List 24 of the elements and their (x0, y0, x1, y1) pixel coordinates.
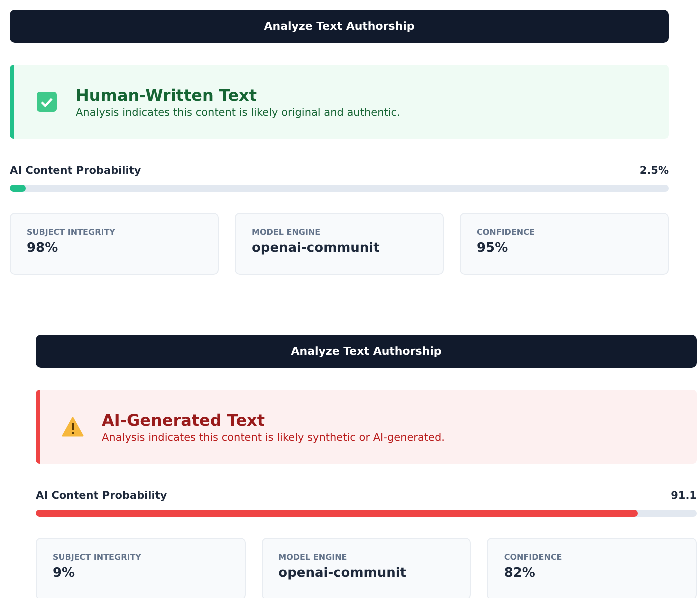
stat-label: SUBJECT INTEGRITY (53, 553, 142, 562)
result-title: AI-Generated Text (102, 410, 266, 430)
probability-label: AI Content Probability (36, 490, 168, 502)
probability-value: 91.1 (671, 490, 697, 502)
result-message: Analysis indicates this content is likely synthetic or AI-generated. (102, 432, 446, 444)
checkbox-icon (36, 91, 58, 113)
warning-icon (62, 417, 84, 437)
result-message: Analysis indicates this content is likely original and authentic. (76, 106, 400, 118)
stat-value: 9% (53, 566, 76, 581)
analyze-button[interactable]: Analyze Text Authorship (36, 335, 697, 368)
probability-label: AI Content Probability (10, 165, 142, 177)
analyze-button[interactable]: Analyze Text Authorship (10, 10, 669, 43)
stat-label: CONFIDENCE (504, 553, 564, 562)
stat-label: CONFIDENCE (477, 228, 536, 237)
stat-label: MODEL ENGINE (252, 228, 322, 237)
stat-value: 98% (27, 241, 60, 256)
stat-value: 95% (477, 241, 510, 256)
stat-value: openai-communit (252, 241, 381, 256)
stat-value: 82% (504, 566, 536, 581)
stat-value: openai-communit (278, 566, 408, 581)
stat-label: SUBJECT INTEGRITY (27, 228, 116, 237)
probability-value: 2.5% (640, 165, 669, 177)
stat-label: MODEL ENGINE (278, 553, 348, 562)
result-title: Human-Written Text (76, 86, 258, 104)
